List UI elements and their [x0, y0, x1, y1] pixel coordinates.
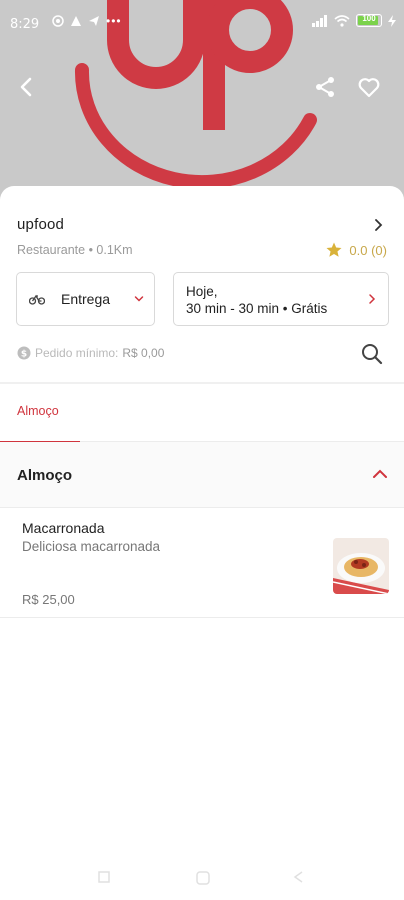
- min-order: $ Pedido mínimo: R$ 0,00: [17, 346, 164, 360]
- store-subtitle: Restaurante • 0.1Km: [17, 243, 133, 257]
- store-rating: 0.0 (0): [325, 241, 387, 259]
- charging-icon: [388, 14, 396, 27]
- store-cover-image: 8:29 ••• 100: [0, 0, 404, 200]
- bike-icon: [29, 294, 45, 305]
- chevron-right-icon: [375, 219, 383, 231]
- battery-icon: 100: [356, 14, 382, 27]
- store-sheet: upfood Restaurante • 0.1Km 0.0 (0) Entre…: [0, 186, 404, 900]
- item-photo: [333, 538, 389, 594]
- recent-apps-icon[interactable]: [97, 870, 111, 884]
- chevron-down-icon: [134, 296, 144, 302]
- tab-almoco[interactable]: Almoço: [0, 384, 80, 443]
- status-left-icons: •••: [52, 14, 122, 28]
- status-bar: 8:29 ••• 100: [0, 0, 404, 48]
- share-button[interactable]: [310, 72, 340, 102]
- battery-level: 100: [362, 14, 376, 23]
- svg-text:$: $: [21, 350, 27, 360]
- section-title: Almoço: [17, 467, 73, 484]
- section-header-almoco[interactable]: Almoço: [0, 442, 404, 508]
- share-icon: [316, 77, 334, 97]
- item-name: Macarronada: [22, 520, 105, 536]
- search-button[interactable]: [360, 342, 386, 368]
- chevron-up-icon: [373, 469, 387, 478]
- wifi-icon: [334, 14, 350, 27]
- chevron-right-icon: [369, 294, 376, 304]
- notification-icon: [52, 15, 64, 27]
- category-tabs: Almoço: [0, 384, 404, 443]
- delivery-mode-select[interactable]: Entrega: [16, 272, 155, 326]
- money-icon: $: [17, 346, 31, 360]
- schedule-select[interactable]: Hoje, 30 min - 30 min • Grátis: [173, 272, 389, 326]
- system-back-icon[interactable]: [292, 870, 306, 884]
- back-button[interactable]: [12, 72, 42, 102]
- heart-outline-icon: [358, 78, 380, 98]
- store-info-row[interactable]: upfood: [17, 216, 389, 238]
- schedule-time: 30 min - 30 min • Grátis: [186, 301, 328, 316]
- delivery-mode-label: Entrega: [61, 291, 111, 307]
- arrow-left-icon: [20, 77, 32, 97]
- store-name: upfood: [17, 216, 65, 233]
- system-nav-bar: [0, 866, 404, 892]
- favorite-button[interactable]: [354, 72, 384, 102]
- rating-value: 0.0 (0): [349, 242, 387, 258]
- menu-item[interactable]: Macarronada Deliciosa macarronada R$ 25,…: [0, 508, 404, 618]
- status-right-icons: 100: [312, 14, 396, 27]
- star-icon: [326, 242, 342, 257]
- send-icon: [89, 16, 99, 26]
- tab-label: Almoço: [17, 404, 59, 418]
- min-order-value: R$ 0,00: [122, 346, 165, 360]
- search-icon: [362, 344, 383, 365]
- min-order-label: Pedido mínimo:: [35, 346, 119, 360]
- home-icon[interactable]: [195, 870, 211, 886]
- signal-icon: [312, 14, 327, 27]
- item-description: Deliciosa macarronada: [22, 539, 161, 554]
- status-time: 8:29: [10, 17, 40, 32]
- schedule-day: Hoje,: [186, 284, 218, 299]
- more-dots-icon: •••: [106, 14, 122, 28]
- item-price: R$ 25,00: [22, 592, 75, 607]
- warning-icon: [71, 16, 81, 26]
